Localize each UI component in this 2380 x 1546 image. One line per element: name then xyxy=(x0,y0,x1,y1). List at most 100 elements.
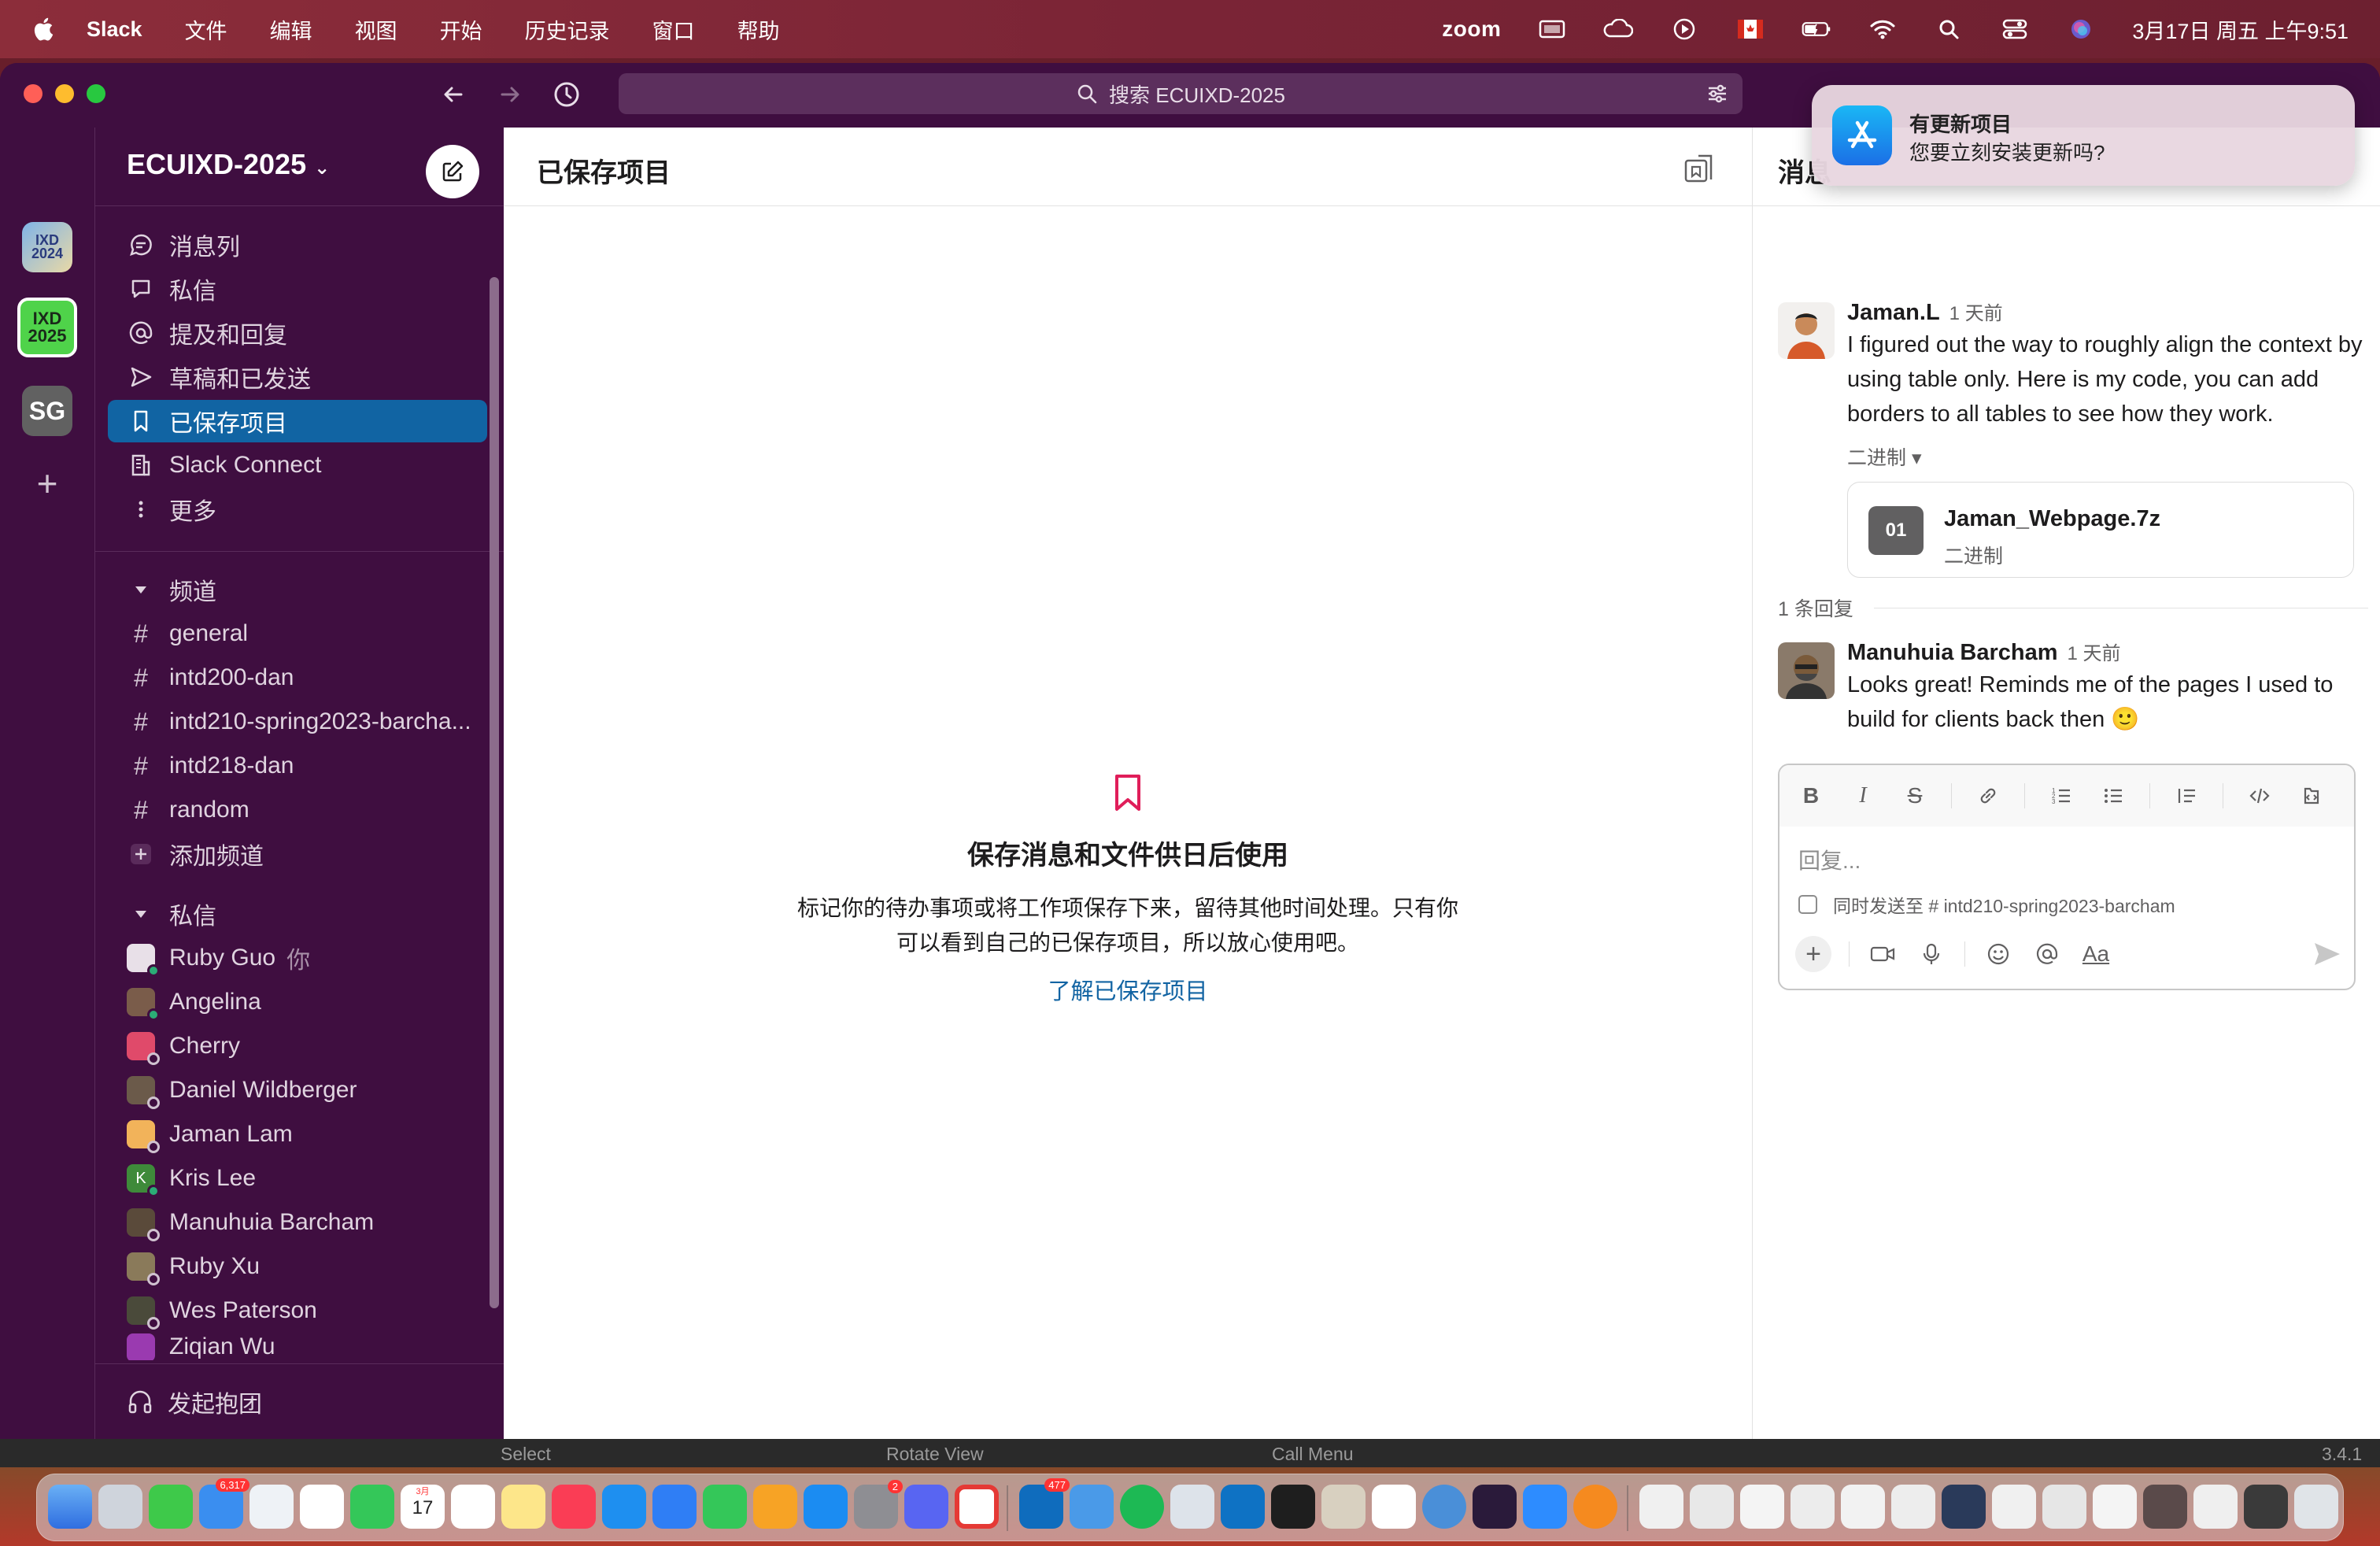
channel-intd218-dan[interactable]: # intd218-dan xyxy=(108,745,487,787)
safari-icon[interactable] xyxy=(602,1485,646,1529)
dm-ruby-guo[interactable]: Ruby Guo 你 xyxy=(108,937,487,979)
menubar-clock[interactable]: 3月17日 周五 上午9:51 xyxy=(2132,14,2349,45)
battery-icon[interactable] xyxy=(1802,17,1831,41)
control-center-icon[interactable] xyxy=(2000,17,2030,41)
photo-tool-icon[interactable] xyxy=(1321,1485,1366,1529)
network-tool-icon[interactable] xyxy=(1070,1485,1114,1529)
slack-dock-icon[interactable] xyxy=(1372,1485,1416,1529)
menu-window[interactable]: 窗口 xyxy=(652,14,695,45)
dm-jaman-lam[interactable]: Jaman Lam xyxy=(108,1113,487,1156)
send-message-icon[interactable] xyxy=(2312,940,2343,968)
reminders-icon[interactable] xyxy=(451,1485,495,1529)
canada-flag-icon[interactable] xyxy=(1735,17,1765,41)
code-block-icon[interactable] xyxy=(2296,780,2327,812)
dm-ziqian-wu[interactable]: Ziqian Wu xyxy=(108,1333,487,1360)
vscode-icon[interactable] xyxy=(1221,1485,1265,1529)
recent-window-thumbnail[interactable] xyxy=(2244,1485,2288,1529)
menu-history[interactable]: 历史记录 xyxy=(525,14,610,45)
search-filter-icon[interactable] xyxy=(1706,83,1728,105)
finder-icon[interactable] xyxy=(48,1485,92,1529)
add-workspace-icon[interactable]: + xyxy=(22,458,72,509)
attach-plus-icon[interactable]: + xyxy=(1795,936,1831,972)
italic-icon[interactable]: I xyxy=(1847,780,1879,812)
recent-window-thumbnail[interactable] xyxy=(2143,1485,2187,1529)
recent-window-thumbnail[interactable] xyxy=(1942,1485,1986,1529)
dm-wes-paterson[interactable]: Wes Paterson xyxy=(108,1289,487,1332)
also-send-checkbox[interactable] xyxy=(1798,895,1817,914)
maps-icon[interactable] xyxy=(249,1485,294,1529)
reply-input[interactable]: 回复... xyxy=(1798,844,1861,875)
sidebar-item-more[interactable]: 更多 xyxy=(108,488,487,531)
play-icon[interactable] xyxy=(1669,17,1699,41)
discord-icon[interactable] xyxy=(904,1485,948,1529)
mention-at-icon[interactable] xyxy=(2031,938,2063,970)
photos-icon[interactable] xyxy=(300,1485,344,1529)
message-time[interactable]: 1 天前 xyxy=(1949,303,2003,324)
back-arrow-icon[interactable] xyxy=(438,79,469,110)
calendar-icon[interactable]: 3月 17 xyxy=(401,1485,445,1529)
workspace-sg[interactable]: SG xyxy=(22,386,72,436)
menu-edit[interactable]: 编辑 xyxy=(270,14,312,45)
sidebar-item-mentions[interactable]: 提及和回复 xyxy=(108,312,487,354)
channel-intd200-dan[interactable]: # intd200-dan xyxy=(108,656,487,699)
preview-icon[interactable] xyxy=(1170,1485,1214,1529)
video-icon[interactable] xyxy=(1867,938,1898,970)
recent-window-thumbnail[interactable] xyxy=(2042,1485,2086,1529)
screen-mirror-icon[interactable] xyxy=(1537,17,1567,41)
channels-section-header[interactable]: 频道 xyxy=(108,568,487,611)
bullet-list-icon[interactable] xyxy=(2097,780,2129,812)
keynote-icon[interactable] xyxy=(652,1485,697,1529)
recent-window-thumbnail[interactable] xyxy=(1690,1485,1734,1529)
system-settings-icon[interactable]: 2 xyxy=(854,1480,903,1529)
file-type-toggle[interactable]: 二进制 ▾ xyxy=(1847,442,2368,471)
dm-kris-lee[interactable]: K Kris Lee xyxy=(108,1157,487,1200)
recent-window-thumbnail[interactable] xyxy=(1841,1485,1885,1529)
ordered-list-icon[interactable]: 123 xyxy=(2046,780,2077,812)
dms-section-header[interactable]: 私信 xyxy=(108,893,487,935)
dm-cherry[interactable]: Cherry xyxy=(108,1025,487,1067)
zoom-menubar-label[interactable]: zoom xyxy=(1442,17,1501,42)
facetime-icon[interactable] xyxy=(350,1485,394,1529)
dm-angelina[interactable]: Angelina xyxy=(108,981,487,1023)
emoji-icon[interactable] xyxy=(1983,938,2014,970)
avatar[interactable] xyxy=(1778,302,1835,359)
recent-window-thumbnail[interactable] xyxy=(1639,1485,1683,1529)
blockquote-icon[interactable] xyxy=(2171,780,2202,812)
channel-random[interactable]: # random xyxy=(108,789,487,831)
minimize-window-button[interactable] xyxy=(55,84,74,103)
workspace-ixd-2024[interactable]: IXD 2024 xyxy=(22,222,72,272)
recent-window-thumbnail[interactable] xyxy=(1992,1485,2036,1529)
chrome-icon[interactable] xyxy=(955,1485,999,1529)
message-time[interactable]: 1 天前 xyxy=(2068,643,2121,664)
sidebar-item-drafts[interactable]: 草稿和已发送 xyxy=(108,356,487,398)
game-icon[interactable] xyxy=(1473,1485,1517,1529)
avatar[interactable] xyxy=(1778,642,1835,699)
creative-cloud-icon[interactable] xyxy=(1603,17,1634,41)
code-icon[interactable] xyxy=(2244,780,2275,812)
music-icon[interactable] xyxy=(552,1485,596,1529)
update-notification[interactable]: 有更新项目 您要立刻安装更新吗? xyxy=(1812,85,2355,186)
recent-window-thumbnail[interactable] xyxy=(1891,1485,1935,1529)
author-name[interactable]: Jaman.L xyxy=(1847,300,1940,325)
workspace-name-button[interactable]: ECUIXD-2025 ⌄ xyxy=(127,148,330,181)
recent-window-thumbnail[interactable] xyxy=(1740,1485,1784,1529)
dm-daniel-wildberger[interactable]: Daniel Wildberger xyxy=(108,1069,487,1111)
also-send-option[interactable]: 同时发送至 # intd210-spring2023-barcham xyxy=(1798,891,2175,918)
menu-app-name[interactable]: Slack xyxy=(87,17,142,42)
menu-go[interactable]: 开始 xyxy=(440,14,482,45)
quicktime-icon[interactable] xyxy=(1422,1485,1466,1529)
dm-manuhuia-barcham[interactable]: Manuhuia Barcham xyxy=(108,1201,487,1244)
blender-icon[interactable] xyxy=(1573,1485,1617,1529)
link-icon[interactable] xyxy=(1972,780,2004,812)
spotify-icon[interactable] xyxy=(1120,1485,1164,1529)
huddle-button[interactable]: 发起抱团 xyxy=(95,1363,504,1439)
apple-icon[interactable] xyxy=(31,16,58,43)
fullscreen-window-button[interactable] xyxy=(87,84,105,103)
search-bar[interactable]: 搜索 ECUIXD-2025 xyxy=(619,73,1743,114)
menu-view[interactable]: 视图 xyxy=(355,14,397,45)
compose-button[interactable] xyxy=(426,145,479,198)
channel-intd210[interactable]: # intd210-spring2023-barcha... xyxy=(108,701,487,743)
terminal-icon[interactable] xyxy=(1271,1485,1315,1529)
bold-icon[interactable]: B xyxy=(1795,780,1827,812)
menu-file[interactable]: 文件 xyxy=(185,14,227,45)
